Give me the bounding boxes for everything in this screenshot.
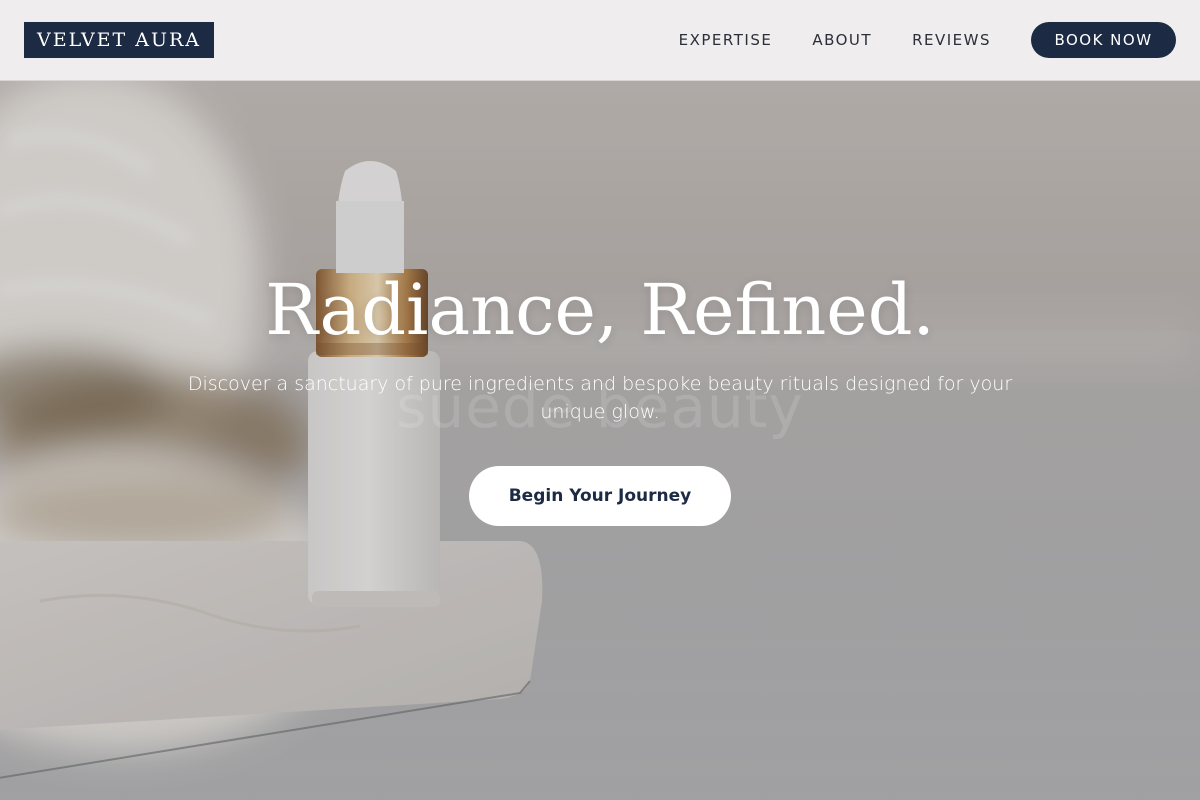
nav-link-reviews[interactable]: REVIEWS bbox=[912, 31, 991, 49]
nav-link-about[interactable]: ABOUT bbox=[812, 31, 872, 49]
site-header: VELVET AURA EXPERTISE ABOUT REVIEWS BOOK… bbox=[0, 0, 1200, 81]
hero-subtitle: Discover a sanctuary of pure ingredients… bbox=[187, 373, 1013, 423]
hero-section: suede beauty Radiance, Refined. Discover… bbox=[0, 81, 1200, 800]
begin-journey-button[interactable]: Begin Your Journey bbox=[469, 466, 731, 526]
nav-link-expertise[interactable]: EXPERTISE bbox=[679, 31, 773, 49]
brand-logo[interactable]: VELVET AURA bbox=[24, 22, 214, 58]
book-now-button[interactable]: BOOK NOW bbox=[1031, 22, 1176, 58]
main-nav: EXPERTISE ABOUT REVIEWS BOOK NOW bbox=[679, 22, 1176, 58]
hero-title: Radiance, Refined. bbox=[265, 269, 935, 351]
